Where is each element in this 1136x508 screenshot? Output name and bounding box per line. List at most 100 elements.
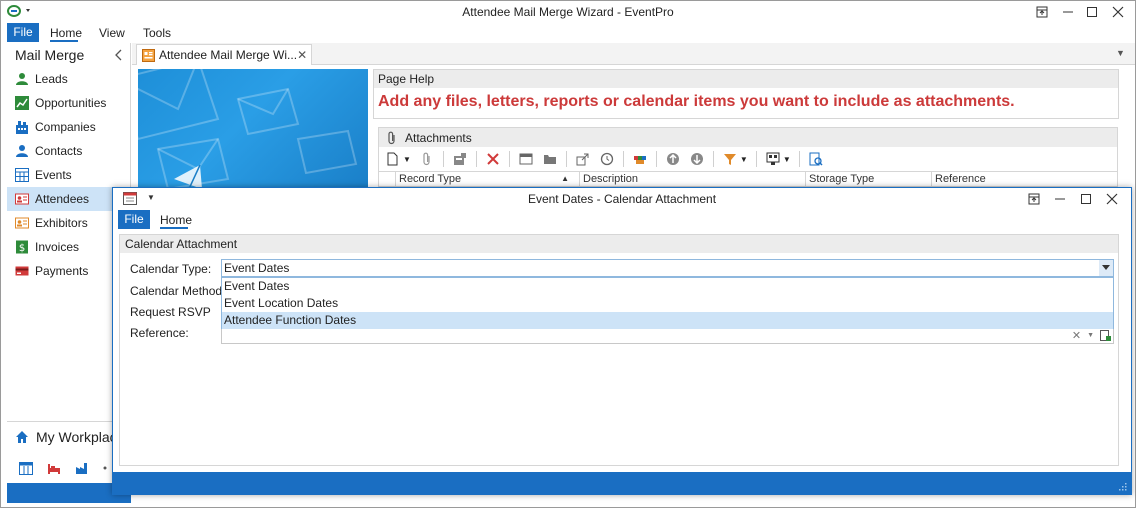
export-icon[interactable] [575,151,591,167]
maximize-icon[interactable] [1075,190,1097,208]
document-tab-bar: Attendee Mail Merge Wi... ✕ ▼ [132,43,1135,65]
paperclip-icon [387,131,397,145]
view-menu[interactable]: View [99,26,125,40]
calendar-type-combo[interactable]: Event Dates [221,259,1114,277]
new-dropdown-icon[interactable]: ▼ [403,155,411,164]
sidebar-item-companies[interactable]: Companies [7,115,131,139]
toolbar-separator [798,151,800,167]
lookup-icon[interactable] [1100,330,1111,341]
sidebar-item-label: Contacts [35,144,83,158]
home-tab-indicator [50,40,78,42]
toolbar-separator [475,151,477,167]
calendar-method-label: Calendar Method: [130,284,226,298]
wizard-icon [142,48,155,62]
tools-menu[interactable]: Tools [143,26,171,40]
chevron-down-icon[interactable] [1099,260,1113,276]
minimize-icon[interactable] [1057,3,1079,21]
calendar-type-dropdown: Event Dates Event Location Dates Attende… [221,277,1114,329]
resize-grip-icon[interactable] [1118,482,1127,491]
id-card-icon [15,216,29,230]
preview-icon[interactable] [808,151,824,167]
move-up-icon[interactable] [665,151,681,167]
calendar-grid-icon [15,168,29,182]
factory-icon[interactable] [75,461,89,475]
home-menu[interactable]: Home [50,26,82,40]
tab-list-dropdown-icon[interactable]: ▼ [1116,48,1125,58]
calendar-attachment-dialog: ▼ Event Dates - Calendar Attachment File… [112,187,1132,495]
attachments-title: Attachments [405,130,472,145]
bed-icon[interactable] [47,461,61,475]
restore-layout-icon[interactable] [1023,190,1045,208]
sidebar-item-events[interactable]: Events [7,163,131,187]
column-storage-type[interactable]: Storage Type [805,172,931,186]
trend-chart-icon [15,96,29,110]
history-icon[interactable] [599,151,615,167]
window-title: Attendee Mail Merge Wizard - EventPro [462,5,674,19]
filter-icon[interactable] [722,151,738,167]
dialog-status-bar [113,472,1131,494]
delete-icon[interactable] [485,151,501,167]
sidebar-item-leads[interactable]: Leads [7,67,131,91]
collapse-sidebar-icon[interactable] [115,49,123,61]
dialog-file-menu[interactable]: File [118,210,150,229]
dialog-menu-bar: File Home [113,210,1131,230]
maximize-icon[interactable] [1081,3,1103,21]
close-tab-icon[interactable]: ✕ [297,48,307,62]
filter-dropdown-icon[interactable]: ▼ [740,155,748,164]
layout-icon[interactable] [765,151,781,167]
attachments-grid-header: Record Type ▲ Description Storage Type Re… [379,171,1117,187]
person-icon [15,72,29,86]
restore-layout-icon[interactable] [1031,3,1053,21]
reference-label: Reference: [130,326,189,340]
option-event-location-dates[interactable]: Event Location Dates [222,295,1113,312]
more-icon[interactable] [103,466,107,470]
id-card-icon [15,192,29,206]
sidebar-item-opportunities[interactable]: Opportunities [7,91,131,115]
open-folder-icon[interactable] [542,151,558,167]
close-icon[interactable] [1101,190,1123,208]
sidebar-item-contacts[interactable]: Contacts [7,139,131,163]
dialog-home-menu[interactable]: Home [160,213,192,227]
tab-attendee-mail-merge[interactable]: Attendee Mail Merge Wi... ✕ [136,44,312,65]
edit-record-icon[interactable] [452,151,468,167]
column-description[interactable]: Description [579,172,805,186]
sidebar-item-label: Invoices [35,240,80,254]
calendar-icon[interactable] [19,461,33,475]
toolbar-separator [622,151,624,167]
title-bar: Attendee Mail Merge Wizard - EventPro [1,1,1135,23]
sidebar-item-label: Payments [35,264,89,278]
file-menu[interactable]: File [7,23,39,42]
home-icon [15,430,29,444]
sidebar-item-label: Exhibitors [35,216,88,230]
attachments-toolbar: ▼ ▼ ▼ [379,148,1117,170]
layout-dropdown-icon[interactable]: ▼ [783,155,791,164]
column-reference[interactable]: Reference [931,172,1115,186]
sidebar-item-label: Attendees [35,192,90,206]
reference-field[interactable]: ✕ ▼ [221,329,1114,344]
window-icon[interactable] [518,151,534,167]
building-icon [15,120,29,134]
sidebar-item-label: Events [35,168,72,182]
sidebar-item-label: Opportunities [35,96,107,110]
minimize-icon[interactable] [1049,190,1071,208]
color-blocks-icon[interactable] [632,151,648,167]
option-attendee-function-dates[interactable]: Attendee Function Dates [222,312,1113,329]
attach-icon[interactable] [419,151,435,167]
move-down-icon[interactable] [689,151,705,167]
column-record-type[interactable]: Record Type ▲ [395,172,577,186]
toolbar-separator [508,151,510,167]
reference-field-buttons: ✕ ▼ [1072,329,1111,342]
close-icon[interactable] [1107,3,1129,21]
tab-label: Attendee Mail Merge Wi... [159,48,298,62]
clear-icon[interactable]: ✕ [1072,329,1081,342]
sidebar-item-label: Companies [35,120,96,134]
wizard-banner-image [138,69,368,189]
new-document-icon[interactable] [385,151,401,167]
request-rsvp-label: Request RSVP [130,305,211,319]
reference-dropdown-icon[interactable]: ▼ [1087,332,1094,339]
attachments-header: Attachments [379,128,1117,147]
person-icon [15,144,29,158]
svg-text:$: $ [19,243,25,254]
option-event-dates[interactable]: Event Dates [222,278,1113,295]
calendar-type-label: Calendar Type: [130,262,212,276]
